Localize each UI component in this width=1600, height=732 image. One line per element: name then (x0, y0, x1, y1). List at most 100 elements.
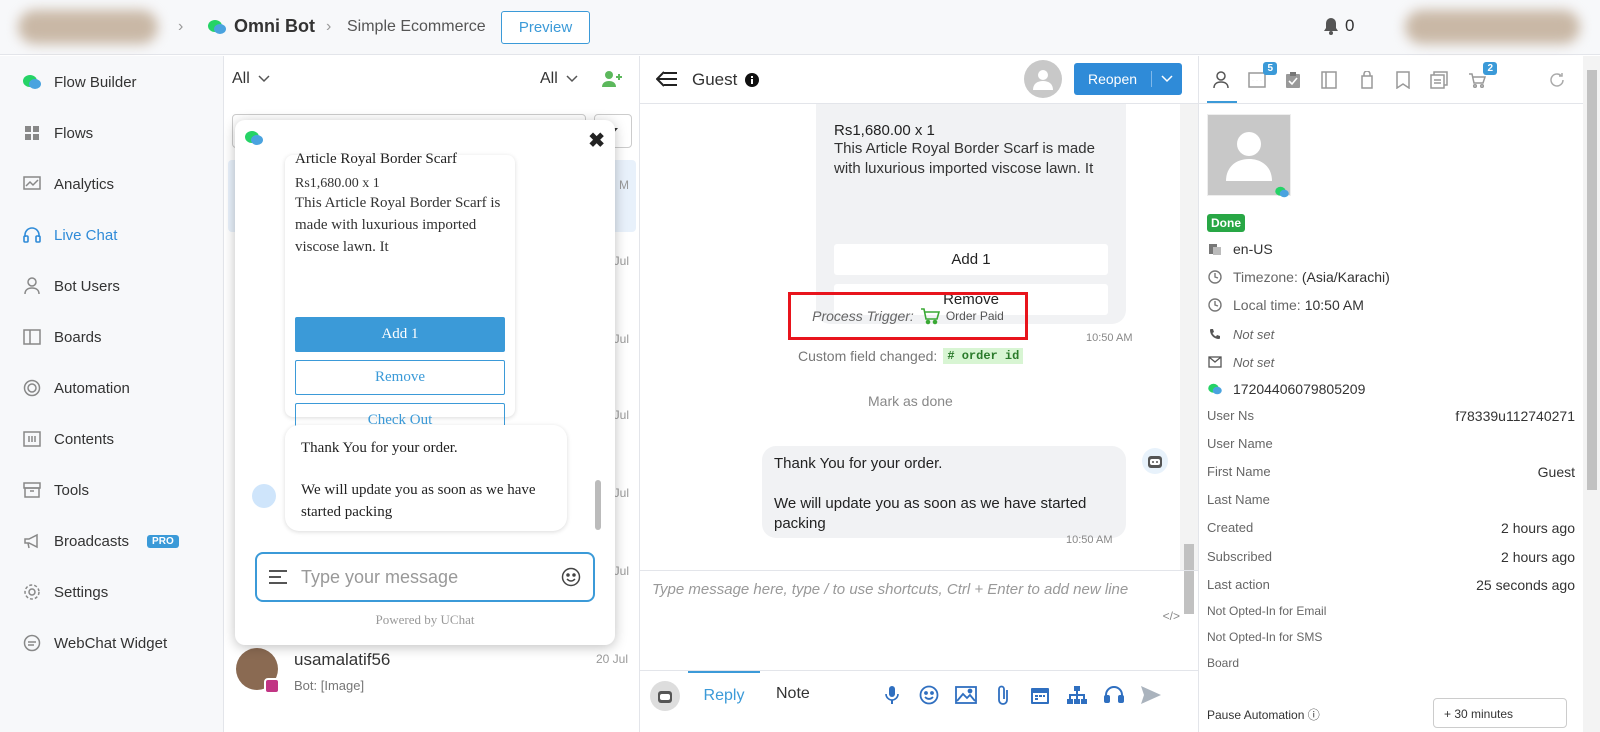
profile-scrollbar[interactable] (1583, 56, 1600, 732)
sidebar-item-tools[interactable]: Tools (22, 480, 89, 500)
send-icon[interactable] (1139, 683, 1163, 707)
powered-by: Powered by UChat (375, 612, 475, 627)
emoji-icon[interactable] (917, 683, 941, 707)
back-arrow-icon[interactable] (656, 70, 678, 88)
reopen-button[interactable]: Reopen (1074, 63, 1182, 95)
active-tab-indicator (1207, 101, 1237, 103)
microphone-icon[interactable] (880, 683, 904, 707)
sidebar-item-bot-users[interactable]: Bot Users (22, 276, 120, 296)
sidebar-item-contents[interactable]: Contents (22, 429, 114, 449)
chat-pane: Guest Reopen Rs1,680.00 x 1 This Article… (640, 56, 1198, 732)
chevron-down-icon (566, 75, 578, 83)
row-date: 20 Jul (595, 652, 628, 666)
message-line: We will update you as soon as we have st… (301, 482, 536, 520)
emoji-icon[interactable] (561, 567, 581, 587)
documents-icon (1430, 71, 1448, 89)
code-icon[interactable]: </> (1163, 609, 1180, 623)
sidebar-item-boards[interactable]: Boards (22, 327, 102, 347)
status-filter[interactable]: All (232, 70, 270, 88)
sidebar-item-flows[interactable]: Flows (22, 123, 93, 143)
clock-icon (1207, 269, 1223, 285)
sidebar-item-live-chat[interactable]: Live Chat (22, 225, 117, 245)
assignee-avatar[interactable] (1024, 60, 1062, 98)
tab-note[interactable]: Note (776, 685, 810, 703)
sidebar-item-settings[interactable]: Settings (22, 582, 108, 602)
field-row[interactable]: Last Name (1207, 492, 1575, 507)
field-label: Not Opted-In for Email (1207, 604, 1327, 618)
conversation-row[interactable]: usamalatif56 Bot: [Image] 20 Jul (236, 648, 628, 708)
field-row[interactable]: First Name Guest (1207, 464, 1575, 480)
add-one-button[interactable]: Add 1 (295, 317, 505, 352)
sidebar-item-automation[interactable]: Automation (22, 378, 130, 398)
phone-row[interactable]: Not set (1207, 326, 1274, 342)
field-row[interactable]: Not Opted-In for SMS (1207, 630, 1575, 644)
process-trigger-event: Process Trigger: Order Paid (788, 292, 1028, 340)
trigger-label: Process Trigger: (812, 308, 914, 324)
chat-header: Guest Reopen (640, 56, 1198, 104)
chevron-down-icon[interactable] (1152, 75, 1182, 83)
close-icon[interactable]: ✖ (588, 128, 605, 153)
add-user-icon[interactable] (602, 70, 622, 88)
tab-reply[interactable]: Reply (688, 671, 760, 719)
refresh-icon[interactable] (1545, 68, 1569, 92)
sidebar-item-analytics[interactable]: Analytics (22, 174, 114, 194)
field-row: Last action 25 seconds ago (1207, 577, 1575, 593)
bookmark-icon (1396, 71, 1410, 89)
widget-message-input[interactable]: Type your message (255, 552, 595, 602)
calendar-icon[interactable] (1028, 683, 1052, 707)
sidebar-item-label: Analytics (54, 175, 115, 193)
tab-tasks[interactable] (1281, 68, 1305, 92)
widget-scrollbar[interactable] (595, 480, 601, 530)
tab-documents[interactable] (1427, 68, 1451, 92)
tab-messages[interactable]: 5 (1245, 62, 1277, 92)
add-one-button[interactable]: Add 1 (834, 244, 1108, 275)
channel-filter[interactable]: All (540, 70, 578, 88)
notifications[interactable]: 0 (1323, 16, 1354, 36)
composer-placeholder: Type message here, type / to use shortcu… (652, 581, 1129, 598)
sidebar-item-flow-builder[interactable]: Flow Builder (22, 72, 137, 92)
tab-profile[interactable] (1209, 68, 1233, 92)
pause-duration-select[interactable]: + 30 minutes (1433, 698, 1567, 728)
tab-tags[interactable] (1355, 68, 1379, 92)
field-row[interactable]: Not Opted-In for Email (1207, 604, 1575, 618)
remove-button[interactable]: Remove (295, 360, 505, 395)
breadcrumb-flow[interactable]: Simple Ecommerce (347, 18, 486, 36)
bot-brand[interactable]: Omni Bot (208, 16, 315, 37)
custom-field-label: Custom field changed: (798, 348, 938, 364)
scroll-thumb[interactable] (1587, 70, 1597, 490)
attachment-icon[interactable] (991, 683, 1015, 707)
menu-icon[interactable] (269, 570, 287, 584)
chat-scrollbar[interactable] (1180, 104, 1198, 614)
field-row[interactable]: Board (1207, 656, 1575, 670)
agent-avatar (650, 681, 680, 711)
contents-icon (22, 429, 42, 449)
sidebar-item-label: Flows (54, 124, 94, 142)
megaphone-icon (22, 531, 42, 551)
grid-icon (22, 123, 42, 143)
last-message-preview: Bot: [Image] (294, 678, 365, 693)
email-row[interactable]: Not set (1207, 354, 1274, 370)
breadcrumb-separator: › (326, 18, 332, 35)
board-icon (22, 327, 42, 347)
sidebar-item-broadcasts[interactable]: Broadcasts PRO (22, 531, 179, 551)
chart-icon (22, 174, 42, 194)
field-label: User Ns (1207, 408, 1254, 423)
image-icon[interactable] (954, 683, 978, 707)
tab-notes[interactable] (1317, 68, 1341, 92)
composer-tools (880, 683, 1163, 707)
tab-bookmarks[interactable] (1391, 68, 1415, 92)
field-label: Not Opted-In for SMS (1207, 630, 1323, 644)
headset-icon[interactable] (1102, 683, 1126, 707)
row-date: Jul (613, 408, 629, 422)
field-row[interactable]: User Name (1207, 436, 1575, 451)
workspace-switcher[interactable] (18, 10, 158, 44)
sidebar-item-webchat-widget[interactable]: WebChat Widget (22, 633, 167, 653)
info-icon[interactable] (745, 73, 760, 87)
sitemap-icon[interactable] (1065, 683, 1089, 707)
tab-cart[interactable]: 2 (1465, 62, 1497, 92)
clock-icon (1207, 297, 1223, 313)
preview-button[interactable]: Preview (501, 11, 590, 44)
user-account-menu[interactable] (1405, 10, 1580, 44)
message-composer[interactable]: Type message here, type / to use shortcu… (640, 570, 1198, 670)
breadcrumb-separator: › (178, 18, 184, 35)
